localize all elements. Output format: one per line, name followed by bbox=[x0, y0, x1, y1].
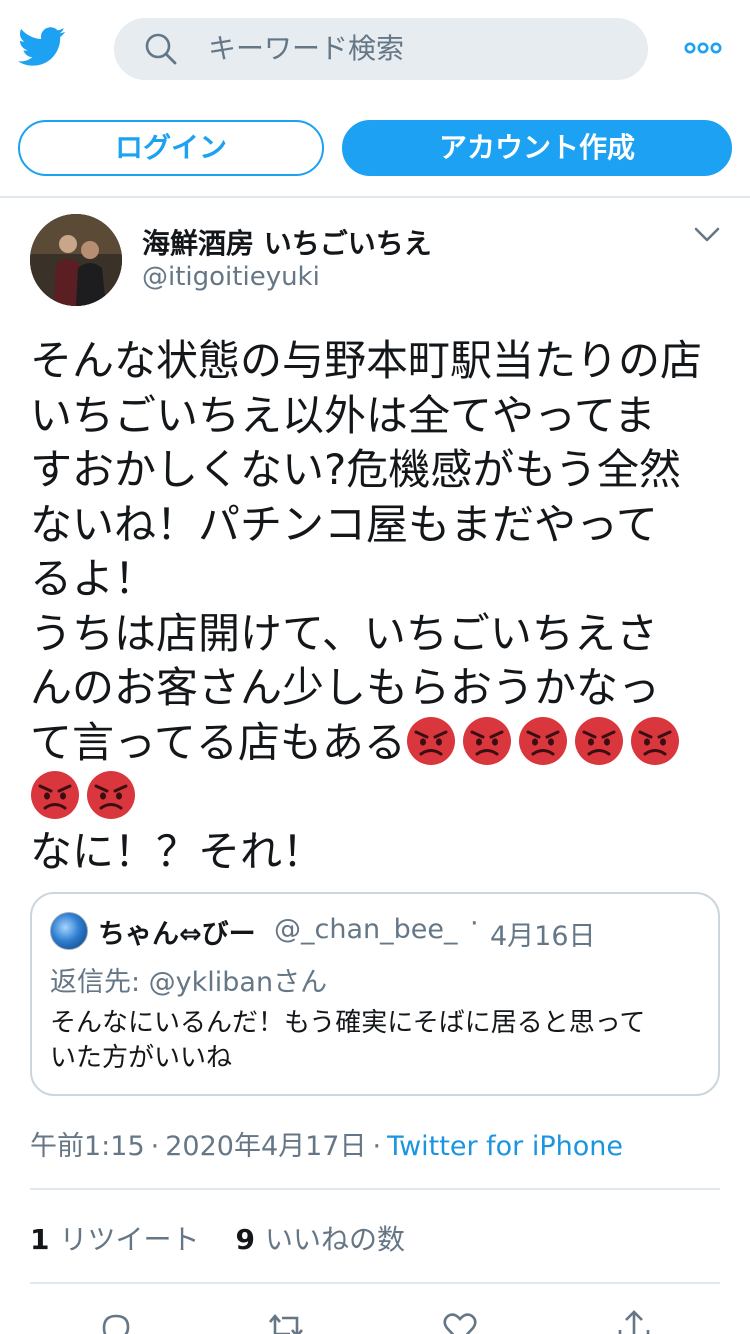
tweet-text-line-with-emoji: て言ってる店もある bbox=[30, 716, 720, 771]
author-handle[interactable]: @itigoitieyuki bbox=[142, 262, 320, 292]
quoted-text: そんなにいるんだ！もう確実にそばに居ると思って いた方がいいね bbox=[50, 1006, 700, 1076]
quoted-reply-to: 返信先: @yklibanさん bbox=[50, 967, 328, 998]
like-stat[interactable]: 9 いいねの数 bbox=[236, 1223, 406, 1256]
tweet-text-line: んのお客さん少しもらおうかなっ bbox=[30, 663, 661, 712]
retweet-label: リツイート bbox=[59, 1223, 200, 1256]
tweet-text-line: そんな状態の与野本町駅当たりの店 bbox=[30, 336, 703, 385]
meta-separator: · bbox=[150, 1131, 160, 1162]
tweet-text-line: ないね！パチンコ屋もまだやって bbox=[30, 499, 658, 549]
action-bar bbox=[0, 1300, 750, 1334]
emoji-row bbox=[30, 770, 720, 825]
quoted-separator: · bbox=[470, 908, 479, 939]
tweet-stats: 1 リツイート 9 いいねの数 bbox=[30, 1218, 405, 1258]
search-bar[interactable]: キーワード検索 bbox=[114, 18, 648, 80]
header-divider bbox=[0, 196, 750, 198]
quoted-display-name: ちゃん⇔びー bbox=[98, 919, 256, 950]
chevron-down-icon[interactable] bbox=[694, 226, 720, 244]
angry-face-icon bbox=[31, 771, 79, 819]
tweet-text: そんな状態の与野本町駅当たりの店 いちごいちえ以外は全てやってま すおかしくない… bbox=[30, 334, 720, 879]
heart-icon[interactable] bbox=[440, 1308, 480, 1334]
quoted-avatar[interactable] bbox=[50, 912, 88, 950]
avatar[interactable] bbox=[30, 214, 122, 306]
search-icon bbox=[145, 33, 177, 65]
meta-separator: · bbox=[372, 1131, 382, 1162]
retweet-count: 1 bbox=[30, 1223, 50, 1256]
more-options-icon[interactable] bbox=[684, 40, 722, 56]
quoted-handle: @_chan_bee_ bbox=[274, 914, 458, 945]
tweet-meta: 午前1:15 · 2020年4月17日 · Twitter for iPhone bbox=[30, 1124, 623, 1163]
like-count: 9 bbox=[235, 1223, 255, 1256]
avatar-photo-icon bbox=[30, 214, 122, 306]
tweet-text-line: なに！？それ！ bbox=[30, 826, 325, 876]
author-display-name[interactable]: 海鮮酒房 いちごいちえ bbox=[142, 222, 432, 262]
angry-face-icon bbox=[518, 716, 567, 765]
meta-divider bbox=[30, 1188, 720, 1190]
angry-face-icon bbox=[406, 716, 455, 765]
quoted-tweet[interactable]: ちゃん⇔びー @_chan_bee_ · 4月16日 返信先: @ykliban… bbox=[30, 892, 720, 1096]
retweet-icon[interactable] bbox=[266, 1308, 306, 1334]
tweet-text-line: て言ってる店もある bbox=[30, 717, 406, 767]
like-label: いいねの数 bbox=[264, 1223, 405, 1256]
angry-face-icon bbox=[87, 771, 135, 819]
page: キーワード検索 ログイン アカウント作成 海鮮酒房 いちごいちえ @itigoi… bbox=[0, 0, 750, 1334]
tweet-text-line: るよ！ bbox=[30, 554, 157, 603]
tweet-date[interactable]: 2020年4月17日 bbox=[165, 1131, 366, 1162]
angry-face-icon bbox=[630, 716, 679, 765]
tweet-text-line: うちは店開けて、いちごいちえさ bbox=[30, 608, 658, 658]
angry-face-icon bbox=[462, 716, 511, 765]
angry-face-icon bbox=[574, 716, 623, 765]
top-bar: キーワード検索 bbox=[0, 0, 750, 100]
tweet-text-line: すおかしくない?危機感がもう全然 bbox=[30, 445, 682, 494]
reply-icon[interactable] bbox=[96, 1308, 136, 1334]
quoted-date: 4月16日 bbox=[490, 921, 596, 952]
retweet-stat[interactable]: 1 リツイート bbox=[30, 1223, 200, 1256]
quoted-text-line: いた方がいいね bbox=[50, 1043, 233, 1073]
share-icon[interactable] bbox=[614, 1308, 654, 1334]
stats-divider bbox=[30, 1282, 720, 1284]
login-button[interactable]: ログイン bbox=[18, 120, 324, 176]
quoted-text-line: そんなにいるんだ！もう確実にそばに居ると思って bbox=[50, 1008, 646, 1038]
tweet-time[interactable]: 午前1:15 bbox=[30, 1131, 145, 1162]
search-input[interactable]: キーワード検索 bbox=[208, 18, 404, 80]
create-account-button[interactable]: アカウント作成 bbox=[342, 120, 732, 176]
tweet-source-link[interactable]: Twitter for iPhone bbox=[387, 1131, 623, 1162]
emoji-row bbox=[406, 716, 686, 767]
twitter-bird-icon[interactable] bbox=[18, 26, 66, 68]
tweet-text-line: いちごいちえ以外は全てやってま bbox=[30, 390, 656, 440]
